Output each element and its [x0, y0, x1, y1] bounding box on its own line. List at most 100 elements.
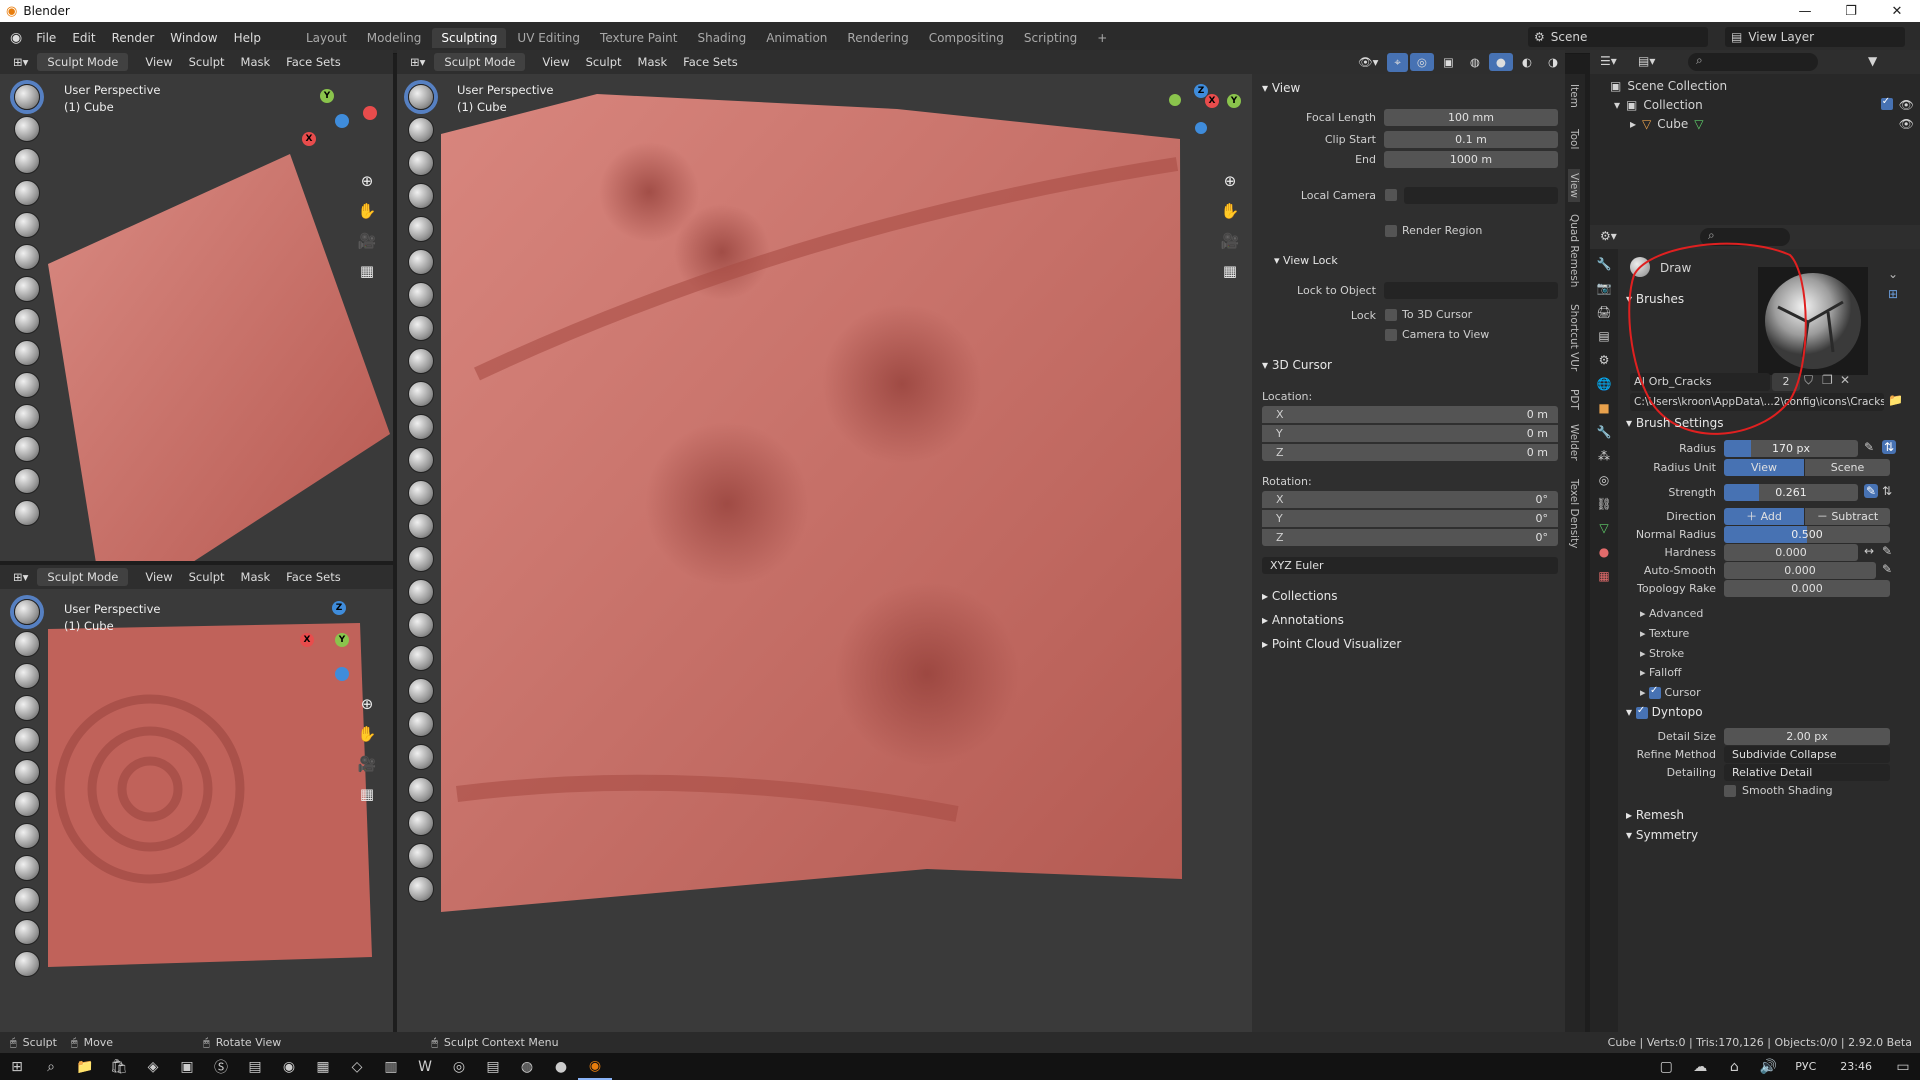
strength-pressure-toggle-icon[interactable]: ⇅ — [1882, 484, 1892, 498]
detail-size-field[interactable]: 2.00 px — [1724, 728, 1890, 745]
tool-2[interactable] — [14, 631, 40, 657]
cursor-checkbox[interactable] — [1649, 685, 1662, 699]
clip-start-field[interactable]: 0.1 m — [1384, 131, 1558, 148]
overlay-toggle-icon[interactable]: ◎ — [1409, 53, 1434, 71]
gizmo-y-axis[interactable]: Y — [1227, 94, 1241, 108]
tool-3[interactable] — [14, 148, 40, 174]
app-icon-6[interactable]: ▥ — [374, 1053, 408, 1080]
tool-25[interactable] — [408, 876, 434, 902]
menu-help[interactable]: Help — [226, 31, 269, 45]
editor-type-icon[interactable]: ⊞▾ — [6, 53, 35, 71]
app-icon-5[interactable]: ◇ — [340, 1053, 374, 1080]
strength-pen-icon[interactable]: ✎ — [1864, 484, 1879, 498]
lock-to-object-field[interactable] — [1384, 282, 1558, 299]
brush-name-field[interactable]: A| Orb_Cracks — [1630, 373, 1770, 391]
app-icon-9[interactable]: ● — [544, 1053, 578, 1080]
tool-6[interactable] — [14, 244, 40, 270]
gizmo-z-axis[interactable] — [335, 114, 349, 128]
tool-9[interactable] — [408, 348, 434, 374]
object-tab-icon[interactable]: ■ — [1598, 401, 1609, 415]
notifications-icon[interactable]: ▭ — [1886, 1053, 1920, 1080]
menu-render[interactable]: Render — [104, 31, 163, 45]
app-icon-3[interactable]: ▤ — [238, 1053, 272, 1080]
cursor-loc-y-field[interactable]: 0 m — [1262, 425, 1558, 442]
collection-row[interactable]: ▾ ▣ Collection 👁 — [1614, 96, 1914, 112]
properties-editor-icon[interactable]: ⚙▾ — [1600, 229, 1617, 243]
grid-icon[interactable]: ▦ — [356, 260, 378, 282]
tool-13[interactable] — [14, 468, 40, 494]
view-layer-tab-icon[interactable]: ▤ — [1598, 329, 1609, 343]
gizmo-toggle-icon[interactable]: ⌖ — [1387, 52, 1408, 72]
brush-thumbnail[interactable] — [1758, 267, 1868, 375]
hardness-invert-icon[interactable]: ↔ — [1864, 544, 1874, 558]
to-3d-cursor-checkbox[interactable] — [1385, 309, 1397, 321]
tool-17[interactable] — [408, 612, 434, 638]
mode-selector[interactable]: Sculpt Mode — [434, 53, 526, 71]
menu-face-sets[interactable]: Face Sets — [279, 568, 348, 586]
search-icon[interactable]: ⌕ — [34, 1053, 68, 1080]
tool-8[interactable] — [408, 315, 434, 341]
cursor-rot-y-field[interactable]: 0° — [1262, 510, 1558, 527]
menu-window[interactable]: Window — [162, 31, 225, 45]
menu-sculpt[interactable]: Sculpt — [579, 53, 629, 71]
tab-shortcut-vur[interactable]: Shortcut VUr — [1568, 304, 1580, 371]
pan-hand-icon[interactable]: ✋ — [356, 200, 378, 222]
zoom-icon[interactable]: ⊕ — [356, 170, 378, 192]
menu-view[interactable]: View — [535, 53, 576, 71]
symmetry-header[interactable]: ▾ Symmetry — [1626, 828, 1698, 842]
blender-menu-icon[interactable]: ◉ — [10, 30, 22, 46]
tool-12[interactable] — [408, 447, 434, 473]
clock[interactable]: 23:46 — [1840, 1060, 1872, 1073]
gizmo-neg-y-axis[interactable] — [1169, 94, 1181, 106]
tool-13[interactable] — [408, 480, 434, 506]
eye-icon[interactable]: 👁 — [1899, 98, 1914, 112]
skype-icon[interactable]: Ⓢ — [204, 1053, 238, 1080]
tab-scripting[interactable]: Scripting — [1015, 28, 1086, 48]
app-icon-7[interactable]: ◎ — [442, 1053, 476, 1080]
rotation-mode-dropdown[interactable]: XYZ Euler — [1262, 557, 1558, 574]
world-tab-icon[interactable]: 🌐 — [1597, 377, 1612, 391]
tool-19[interactable] — [408, 678, 434, 704]
pressure-pen-icon[interactable]: ✎ — [1864, 440, 1874, 454]
brush-users-count[interactable]: 2 — [1772, 373, 1800, 391]
advanced-subpanel[interactable]: ▸ Advanced — [1640, 607, 1703, 620]
render-tab-icon[interactable]: 📷 — [1597, 281, 1612, 295]
tool-4[interactable] — [14, 180, 40, 206]
brush-settings-header[interactable]: ▾ Brush Settings — [1626, 416, 1724, 430]
direction-add-button[interactable]: ＋ Add — [1724, 508, 1804, 525]
eye-icon[interactable]: 👁 — [1899, 117, 1914, 131]
gizmo-y-axis[interactable]: Y — [335, 633, 349, 647]
auto-smooth-field[interactable]: 0.000 — [1724, 562, 1876, 579]
display-mode-icon[interactable]: ▤▾ — [1638, 54, 1655, 68]
tool-22[interactable] — [408, 777, 434, 803]
gizmo-neg-z-axis[interactable] — [1195, 122, 1207, 134]
clip-end-field[interactable]: 1000 m — [1384, 151, 1558, 168]
tab-pdt[interactable]: PDT — [1568, 389, 1580, 410]
tab-item[interactable]: Item — [1568, 84, 1580, 108]
hardness-field[interactable]: 0.000 — [1724, 544, 1858, 561]
zoom-icon[interactable]: ⊕ — [1219, 170, 1241, 192]
pan-hand-icon[interactable]: ✋ — [356, 723, 378, 745]
texture-tab-icon[interactable]: ▦ — [1598, 569, 1609, 583]
store-icon[interactable]: 🛍 — [102, 1053, 136, 1080]
radius-unit-view-button[interactable]: View — [1724, 459, 1804, 476]
physics-tab-icon[interactable]: ◎ — [1599, 473, 1609, 487]
zoom-icon[interactable]: ⊕ — [356, 693, 378, 715]
radius-slider[interactable]: 170 px — [1724, 440, 1858, 457]
main-viewport[interactable]: User Perspective (1) Cube Z X Y ⊕ ✋ 🎥 ▦ — [397, 74, 1252, 1032]
editor-type-icon[interactable]: ⊞▾ — [6, 568, 35, 586]
file-explorer-icon[interactable]: 📁 — [68, 1053, 102, 1080]
wireframe-shading-icon[interactable]: ◍ — [1463, 53, 1487, 71]
tool-9[interactable] — [14, 340, 40, 366]
focal-length-field[interactable]: 100 mm — [1384, 109, 1558, 126]
tab-sculpting[interactable]: Sculpting — [432, 27, 507, 48]
tool-8[interactable] — [14, 823, 40, 849]
blender-taskbar-icon[interactable]: ◉ — [578, 1053, 612, 1080]
calculator-icon[interactable]: ▤ — [476, 1053, 510, 1080]
tool-10[interactable] — [408, 381, 434, 407]
tool-5[interactable] — [14, 727, 40, 753]
tool-12[interactable] — [14, 436, 40, 462]
tool-7[interactable] — [14, 791, 40, 817]
topology-rake-field[interactable]: 0.000 — [1724, 580, 1890, 597]
normal-radius-slider[interactable]: 0.500 — [1724, 526, 1890, 543]
